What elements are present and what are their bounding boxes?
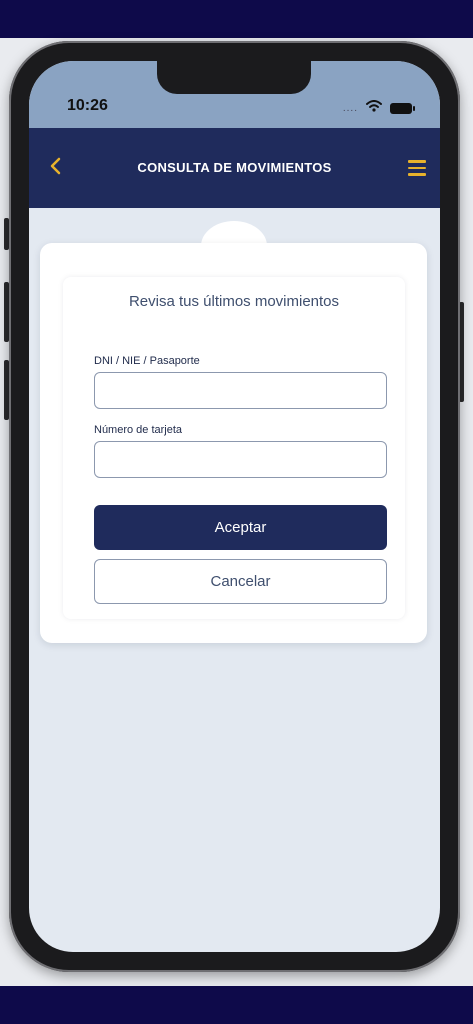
accept-button[interactable]: Aceptar	[94, 505, 387, 550]
cancel-button[interactable]: Cancelar	[94, 559, 387, 604]
status-time: 10:26	[67, 97, 108, 114]
chevron-left-icon	[49, 157, 61, 180]
battery-icon	[390, 102, 415, 114]
top-frame-band	[0, 0, 473, 38]
form-heading: Revisa tus últimos movimientos	[128, 293, 340, 310]
form-card: Revisa tus últimos movimientos DNI / NIE…	[40, 243, 427, 643]
status-icons: ....	[342, 99, 415, 117]
document-id-input[interactable]	[94, 372, 387, 409]
document-id-label: DNI / NIE / Pasaporte	[94, 355, 200, 367]
phone-screen: 10:26 .... CONSULTA DE MOVIMIENTOS Revis…	[29, 61, 440, 952]
bottom-frame-band	[0, 986, 473, 1024]
wifi-icon	[366, 99, 382, 117]
page-title: CONSULTA DE MOVIMIENTOS	[137, 160, 332, 175]
back-button[interactable]	[43, 154, 67, 182]
phone-frame: 10:26 .... CONSULTA DE MOVIMIENTOS Revis…	[9, 41, 460, 972]
form-panel: Revisa tus últimos movimientos DNI / NIE…	[63, 277, 405, 619]
status-bar: 10:26 ....	[29, 61, 440, 128]
notch	[157, 61, 311, 94]
app-header: CONSULTA DE MOVIMIENTOS	[29, 128, 440, 208]
hamburger-menu-icon	[408, 160, 426, 163]
card-number-input[interactable]	[94, 441, 387, 478]
signal-dots: ....	[342, 102, 358, 114]
menu-button[interactable]	[408, 156, 432, 180]
card-number-label: Número de tarjeta	[94, 424, 183, 436]
